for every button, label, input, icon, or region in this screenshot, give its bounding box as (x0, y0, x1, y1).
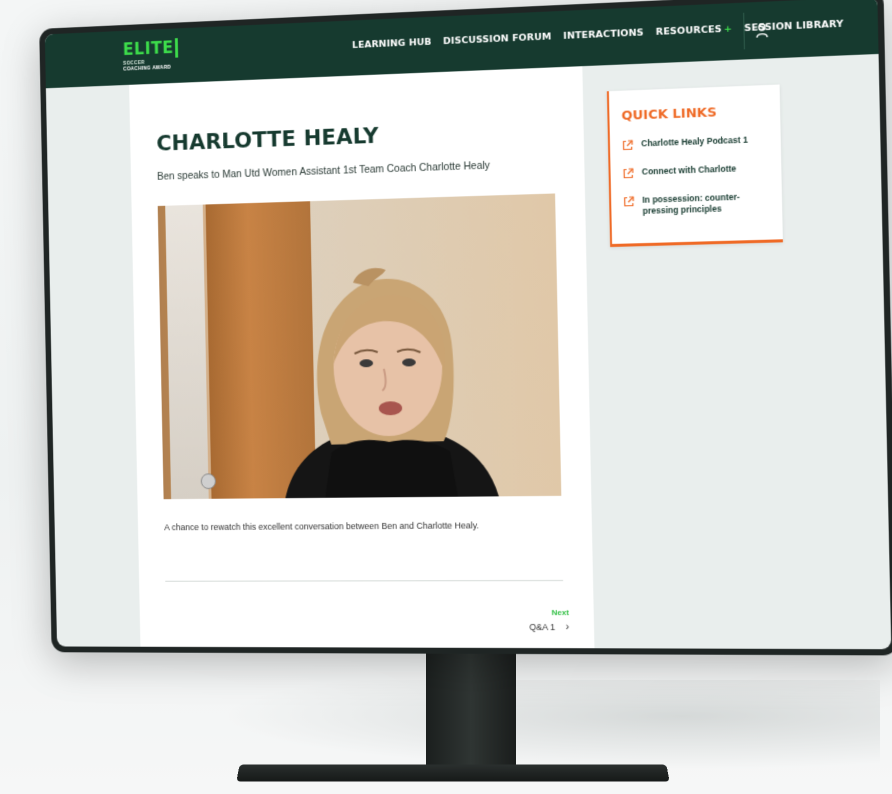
quick-link-item[interactable]: Charlotte Healy Podcast 1 (622, 134, 775, 151)
video-frame-door-handle (200, 473, 217, 490)
video-speaker-image (283, 267, 500, 500)
nav-resources[interactable]: RESOURCES + (656, 23, 732, 37)
desk-shadow (220, 680, 880, 770)
page-subtitle: Ben speaks to Man Utd Women Assistant 1s… (156, 159, 491, 183)
brand-logo[interactable]: ELITE SOCCER COACHING AWARD (122, 38, 179, 73)
logo-wordmark: ELITE (122, 38, 179, 60)
monitor: ELITE SOCCER COACHING AWARD LEARNING HUB… (39, 0, 892, 656)
screen: ELITE SOCCER COACHING AWARD LEARNING HUB… (44, 0, 892, 650)
quick-links-panel: QUICK LINKS Charlotte Healy Podcast 1 Co… (606, 84, 783, 248)
quick-links-title: QUICK LINKS (621, 105, 717, 124)
quick-link-label: Connect with Charlotte (641, 163, 737, 177)
next-title: Q&A 1 (529, 622, 556, 633)
quick-link-label: Charlotte Healy Podcast 1 (641, 134, 748, 149)
external-link-icon (623, 168, 634, 179)
next-label: Next (551, 608, 569, 618)
main-nav: LEARNING HUB DISCUSSION FORUM INTERACTIO… (352, 19, 844, 51)
nav-learning-hub[interactable]: LEARNING HUB (352, 37, 432, 51)
quick-link-label: In possession: counter-pressing principl… (642, 191, 740, 216)
plus-icon: + (723, 23, 733, 35)
external-link-icon (623, 196, 634, 207)
user-icon[interactable] (755, 22, 770, 39)
next-link[interactable]: Next Q&A 1 › (529, 608, 569, 635)
video-caption: A chance to rewatch this excellent conve… (164, 520, 479, 533)
external-link-icon (622, 140, 633, 151)
chevron-right-icon: › (565, 621, 570, 634)
content-card: CHARLOTTE HEALY Ben speaks to Man Utd Wo… (129, 66, 595, 650)
quick-link-item[interactable]: Connect with Charlotte (623, 162, 776, 179)
monitor-stand-base (236, 764, 670, 782)
logo-subline-2: COACHING AWARD (123, 64, 172, 73)
video-player[interactable] (157, 193, 562, 500)
content-divider (165, 580, 564, 582)
nav-interactions[interactable]: INTERACTIONS (563, 27, 644, 42)
monitor-stand-neck (426, 640, 516, 780)
nav-discussion-forum[interactable]: DISCUSSION FORUM (443, 31, 551, 47)
quick-link-item[interactable]: In possession: counter-pressing principl… (623, 191, 776, 218)
nav-resources-label: RESOURCES (655, 23, 722, 38)
page-title: CHARLOTTE HEALY (156, 123, 379, 157)
